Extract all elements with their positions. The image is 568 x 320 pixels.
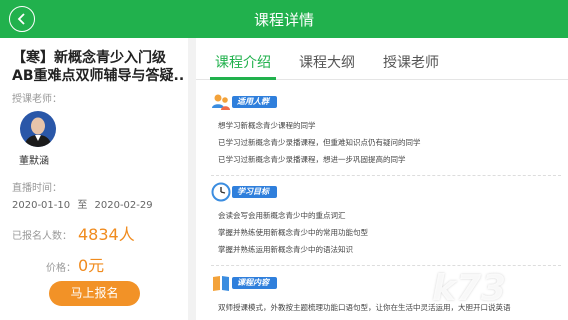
list-item: 掌握并熟练运用新概念青少中的语法知识: [218, 244, 558, 256]
tab-teacher[interactable]: 授课老师: [383, 52, 439, 72]
apply-button[interactable]: 马上报名: [49, 281, 140, 306]
end-date: 2020-02-29: [94, 200, 153, 211]
section-badge-content: 课程内容: [232, 277, 277, 289]
section-badge-goals: 学习目标: [232, 186, 277, 198]
list-item: 双师授课模式，外教按主题梳理功能口语句型，让你在生活中灵活运用，大胆开口说英语: [218, 302, 558, 314]
section-divider: [211, 265, 561, 266]
enroll-count: 4834人: [78, 225, 135, 244]
top-bar: 课程详情: [0, 0, 568, 38]
list-item: 已学习过新概念青少录播课程，想进一步巩固提高的同学: [218, 154, 558, 166]
list-item: 会读会写会用新概念青少中的重点词汇: [218, 210, 558, 222]
people-icon: [212, 94, 230, 110]
tab-active-indicator: [210, 77, 276, 80]
course-title-line1: 【寒】新概念青少入门级: [12, 50, 166, 66]
list-item: 想学习新概念青少课程的同学: [218, 120, 558, 132]
teacher-avatar[interactable]: [20, 111, 56, 147]
course-info-panel: 【寒】新概念青少入门级 AB重难点双师辅导与答疑... 授课老师： 董默涵 直播…: [0, 38, 188, 320]
teacher-label: 授课老师：: [12, 94, 62, 105]
section-badge-audience: 适用人群: [232, 96, 277, 108]
course-detail-panel: 课程介绍 课程大纲 授课老师 适用人群 想学习新概念青少课程的同学 已学习过新概…: [196, 38, 568, 320]
time-label: 直播时间：: [12, 183, 62, 194]
book-icon: [213, 276, 229, 291]
teacher-name[interactable]: 董默涵: [19, 152, 49, 167]
teacher-photo-icon: [20, 111, 56, 147]
page-title: 课程详情: [253, 11, 314, 29]
start-date: 2020-01-10: [12, 200, 71, 211]
site-watermark: k73: [432, 268, 507, 309]
tab-outline[interactable]: 课程大纲: [299, 52, 355, 72]
enroll-label: 已报名人数：: [12, 231, 72, 242]
clock-icon: [211, 182, 231, 202]
course-title-line2: AB重难点双师辅导与答疑...: [12, 68, 184, 84]
list-item: 掌握并熟练使用新概念青少中的常用功能句型: [218, 227, 558, 239]
price-value: 0元: [78, 256, 105, 275]
price-label: 价格：: [46, 263, 76, 274]
date-separator: 至: [77, 200, 88, 211]
section-divider: [211, 175, 561, 176]
tab-bar: 课程介绍 课程大纲 授课老师: [196, 38, 568, 80]
list-item: 已学习过新概念青少录播课程，但重难知识点仍有疑问的同学: [218, 137, 558, 149]
tab-intro[interactable]: 课程介绍: [215, 52, 271, 72]
course-title: 【寒】新概念青少入门级 AB重难点双师辅导与答疑...: [12, 49, 184, 85]
live-dates: 2020-01-10 至 2020-02-29: [12, 196, 153, 211]
